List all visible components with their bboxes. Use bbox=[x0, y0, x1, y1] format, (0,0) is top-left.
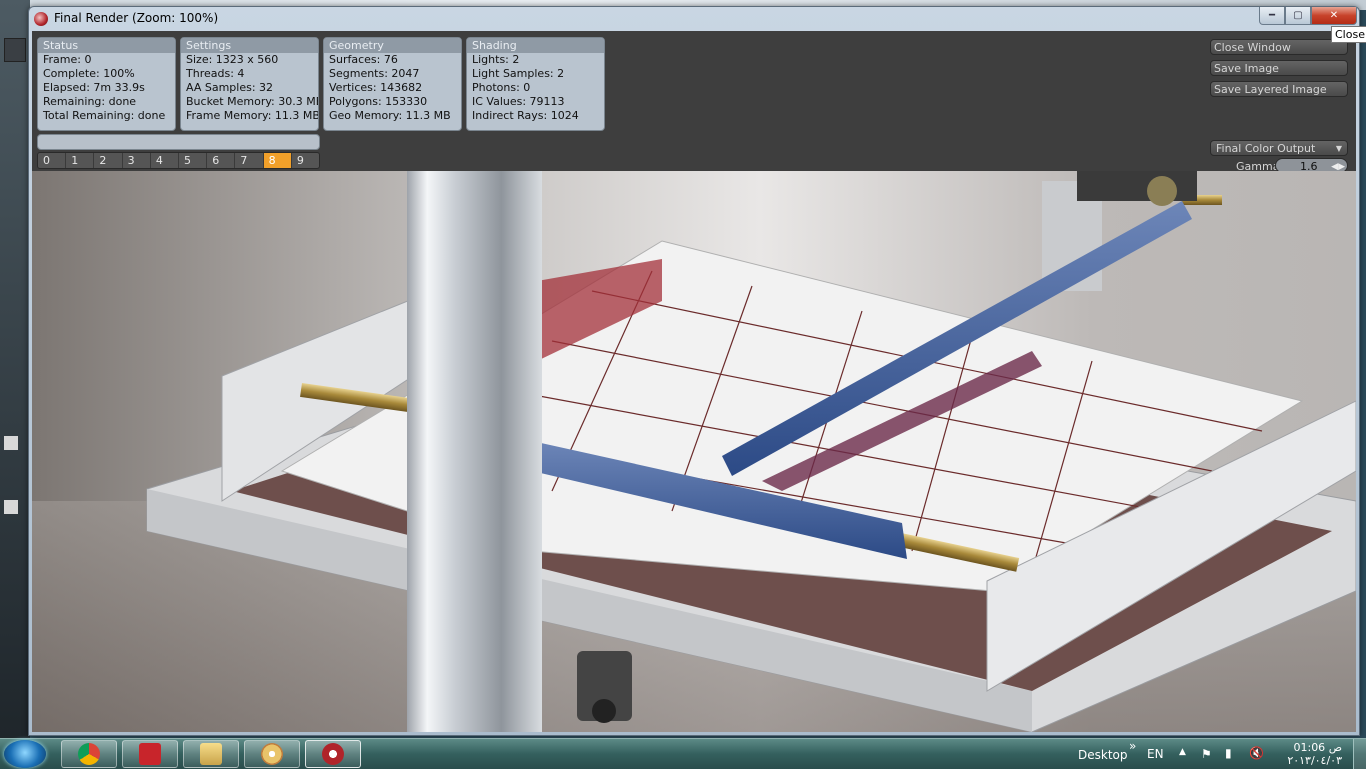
chevron-down-icon: ▼ bbox=[1335, 144, 1342, 153]
buffer-5[interactable]: 5 bbox=[179, 153, 208, 168]
desktop-toolbar-stub bbox=[4, 38, 26, 62]
buffer-6[interactable]: 6 bbox=[207, 153, 236, 168]
close-tooltip: Close bbox=[1331, 26, 1366, 43]
buffer-3[interactable]: 3 bbox=[123, 153, 151, 168]
chrome-icon bbox=[78, 743, 100, 765]
buffer-8[interactable]: 8 bbox=[263, 153, 292, 168]
output-select-value: Final Color Output bbox=[1216, 142, 1316, 155]
status-box: Status Frame: 0 Complete: 100% Elapsed: … bbox=[37, 37, 176, 131]
save-layered-image-button[interactable]: Save Layered Image bbox=[1210, 81, 1348, 97]
shading-header: Shading bbox=[467, 38, 604, 53]
taskbar: Desktop » EN ▲ ⚑ ▮ 🔇 01:06 ص ٢٠١٣/٠٤/٠٣ bbox=[0, 738, 1366, 769]
buffer-0[interactable]: 0 bbox=[38, 153, 67, 168]
shading-lights: Lights: 2 bbox=[472, 53, 520, 66]
close-button[interactable]: ✕ bbox=[1311, 7, 1357, 25]
geometry-box: Geometry Surfaces: 76 Segments: 2047 Ver… bbox=[323, 37, 462, 131]
settings-header: Settings bbox=[181, 38, 318, 53]
buffer-9[interactable]: 9 bbox=[292, 153, 319, 168]
render-buffer-selector: 0 1 2 3 4 5 6 7 8 9 bbox=[37, 152, 320, 169]
output-select[interactable]: Final Color Output ▼ bbox=[1210, 140, 1348, 156]
desktop-icon-stub bbox=[4, 436, 18, 450]
shading-ic-values: IC Values: 79113 bbox=[472, 95, 565, 108]
clock-time: 01:06 ص bbox=[1293, 741, 1342, 754]
buffer-2[interactable]: 2 bbox=[94, 153, 123, 168]
settings-size: Size: 1323 x 560 bbox=[186, 53, 279, 66]
maximize-button[interactable]: ▢ bbox=[1285, 7, 1311, 25]
status-elapsed: Elapsed: 7m 33.9s bbox=[43, 81, 145, 94]
status-complete: Complete: 100% bbox=[43, 67, 135, 80]
paint-icon bbox=[261, 743, 283, 765]
taskbar-solidworks[interactable] bbox=[122, 740, 178, 768]
status-header: Status bbox=[38, 38, 175, 53]
settings-threads: Threads: 4 bbox=[186, 67, 245, 80]
taskbar-chrome[interactable] bbox=[61, 740, 117, 768]
status-frame: Frame: 0 bbox=[43, 53, 92, 66]
buffer-1[interactable]: 1 bbox=[66, 153, 95, 168]
shading-indirect-rays: Indirect Rays: 1024 bbox=[472, 109, 579, 122]
toolbar-overflow-icon[interactable]: » bbox=[1129, 739, 1136, 753]
show-hidden-icons-icon[interactable]: ▲ bbox=[1179, 747, 1186, 757]
render-image bbox=[32, 171, 1356, 732]
desktop-icon-stub bbox=[4, 500, 18, 514]
taskbar-file-explorer[interactable] bbox=[183, 740, 239, 768]
shading-light-samples: Light Samples: 2 bbox=[472, 67, 565, 80]
settings-aa-samples: AA Samples: 32 bbox=[186, 81, 274, 94]
solidworks-render-icon bbox=[322, 743, 344, 765]
final-render-window: Final Render (Zoom: 100%) ━ ▢ ✕ Status F… bbox=[28, 6, 1360, 736]
geometry-polygons: Polygons: 153330 bbox=[329, 95, 428, 108]
geometry-surfaces: Surfaces: 76 bbox=[329, 53, 398, 66]
window-caption-buttons: ━ ▢ ✕ bbox=[1259, 7, 1357, 25]
geometry-header: Geometry bbox=[324, 38, 461, 53]
action-center-icon[interactable]: ⚑ bbox=[1201, 747, 1212, 761]
start-button[interactable] bbox=[4, 740, 46, 768]
solidworks-icon bbox=[139, 743, 161, 765]
geometry-segments: Segments: 2047 bbox=[329, 67, 420, 80]
show-desktop-button[interactable] bbox=[1353, 739, 1366, 769]
title-bar[interactable]: Final Render (Zoom: 100%) ━ ▢ ✕ bbox=[29, 7, 1359, 31]
shading-photons: Photons: 0 bbox=[472, 81, 531, 94]
geometry-vertices: Vertices: 143682 bbox=[329, 81, 423, 94]
buffer-7[interactable]: 7 bbox=[235, 153, 264, 168]
geometry-memory: Geo Memory: 11.3 MB bbox=[329, 109, 451, 122]
settings-box: Settings Size: 1323 x 560 Threads: 4 AA … bbox=[180, 37, 319, 131]
app-logo-icon bbox=[34, 12, 48, 26]
shading-box: Shading Lights: 2 Light Samples: 2 Photo… bbox=[466, 37, 605, 131]
save-image-button[interactable]: Save Image bbox=[1210, 60, 1348, 76]
minimize-button[interactable]: ━ bbox=[1259, 7, 1285, 25]
settings-bucket-memory: Bucket Memory: 30.3 MB bbox=[186, 95, 319, 108]
network-icon[interactable]: ▮ bbox=[1225, 746, 1232, 760]
desktop-toolbar-label[interactable]: Desktop bbox=[1078, 748, 1128, 762]
desktop-background-left bbox=[0, 0, 30, 738]
taskbar-solidworks-render[interactable] bbox=[305, 740, 361, 768]
file-explorer-icon bbox=[200, 743, 222, 765]
settings-frame-memory: Frame Memory: 11.3 MB bbox=[186, 109, 319, 122]
clock-date: ٢٠١٣/٠٤/٠٣ bbox=[1287, 754, 1342, 767]
render-info-panel: Status Frame: 0 Complete: 100% Elapsed: … bbox=[32, 31, 1356, 173]
buffer-4[interactable]: 4 bbox=[151, 153, 180, 168]
render-viewport bbox=[32, 171, 1356, 732]
window-title: Final Render (Zoom: 100%) bbox=[54, 11, 219, 25]
render-progress-bar bbox=[37, 134, 320, 150]
volume-muted-icon[interactable]: 🔇 bbox=[1249, 746, 1264, 760]
system-clock[interactable]: 01:06 ص ٢٠١٣/٠٤/٠٣ bbox=[1282, 741, 1342, 767]
status-total-remaining: Total Remaining: done bbox=[43, 109, 166, 122]
language-indicator[interactable]: EN bbox=[1147, 747, 1164, 761]
close-window-button[interactable]: Close Window bbox=[1210, 39, 1348, 55]
taskbar-paint[interactable] bbox=[244, 740, 300, 768]
status-remaining: Remaining: done bbox=[43, 95, 137, 108]
